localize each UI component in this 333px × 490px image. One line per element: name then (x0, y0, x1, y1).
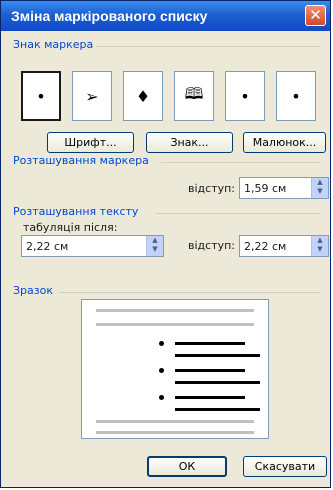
tab-after-spinner[interactable]: 2,22 см ▲ ▼ (21, 235, 164, 257)
preview-text-line (175, 408, 260, 411)
group-divider (156, 213, 321, 214)
marker-position-label: Розташування маркера (13, 154, 149, 167)
dialog-window: Зміна маркірованого списку ✕ Знак маркер… (0, 0, 331, 488)
ok-button[interactable]: ОК (147, 456, 227, 477)
bullet-symbol-6: • (291, 86, 301, 106)
tab-after-label: табуляція після: (23, 221, 118, 234)
preview-text-line (175, 369, 245, 372)
sign-button[interactable]: Знак... (146, 132, 233, 153)
marker-indent-spinner[interactable]: 1,59 см ▲ ▼ (239, 177, 329, 199)
preview-gray-line (96, 431, 254, 434)
bullet-option-4[interactable]: 🕮 (174, 71, 214, 121)
preview-bullet (159, 341, 164, 346)
tab-after-value: 2,22 см (26, 240, 69, 253)
preview-text-line (175, 354, 260, 357)
preview-text-line (175, 342, 245, 345)
spin-arrows-icon[interactable]: ▲ ▼ (311, 178, 328, 198)
preview-gray-line (96, 323, 254, 326)
bullet-symbol-1: • (36, 86, 46, 106)
font-button[interactable]: Шрифт... (47, 132, 134, 153)
bullet-symbol-4: 🕮 (184, 83, 204, 103)
bullet-symbol-5: • (240, 86, 250, 106)
text-indent-value: 2,22 см (244, 240, 287, 253)
text-position-label: Розташування тексту (13, 205, 139, 218)
dialog-title: Зміна маркірованого списку (11, 8, 208, 24)
group-divider (96, 46, 321, 47)
picture-button[interactable]: Малюнок... (243, 132, 326, 153)
bullet-symbol-3: ♦ (135, 86, 151, 106)
marker-indent-value: 1,59 см (244, 182, 287, 195)
sample-preview (81, 299, 269, 439)
preview-bullet (159, 368, 164, 373)
preview-text-line (175, 381, 260, 384)
sample-label: Зразок (13, 284, 53, 297)
title-bar: Зміна маркірованого списку ✕ (1, 1, 330, 31)
group-divider (161, 162, 321, 163)
text-indent-spinner[interactable]: 2,22 см ▲ ▼ (239, 235, 329, 257)
bullet-option-2[interactable]: ➢ (72, 71, 112, 121)
bullet-option-3[interactable]: ♦ (123, 71, 163, 121)
cancel-button[interactable]: Скасувати (243, 456, 327, 477)
text-indent-label: відступ: (188, 239, 236, 252)
close-icon[interactable]: ✕ (305, 5, 326, 26)
group-divider (59, 292, 321, 293)
preview-gray-line (96, 309, 254, 312)
preview-gray-line (96, 420, 254, 423)
bullet-symbol-2: ➢ (85, 86, 99, 106)
preview-bullet (159, 395, 164, 400)
bullet-option-6[interactable]: • (276, 71, 316, 121)
spin-arrows-icon[interactable]: ▲ ▼ (311, 236, 328, 256)
preview-text-line (175, 396, 245, 399)
bullet-option-1[interactable]: • (21, 71, 61, 121)
spin-arrows-icon[interactable]: ▲ ▼ (146, 236, 163, 256)
marker-indent-label: відступ: (188, 182, 236, 195)
bullet-group-label: Знак маркера (13, 38, 94, 51)
bullet-option-5[interactable]: • (225, 71, 265, 121)
